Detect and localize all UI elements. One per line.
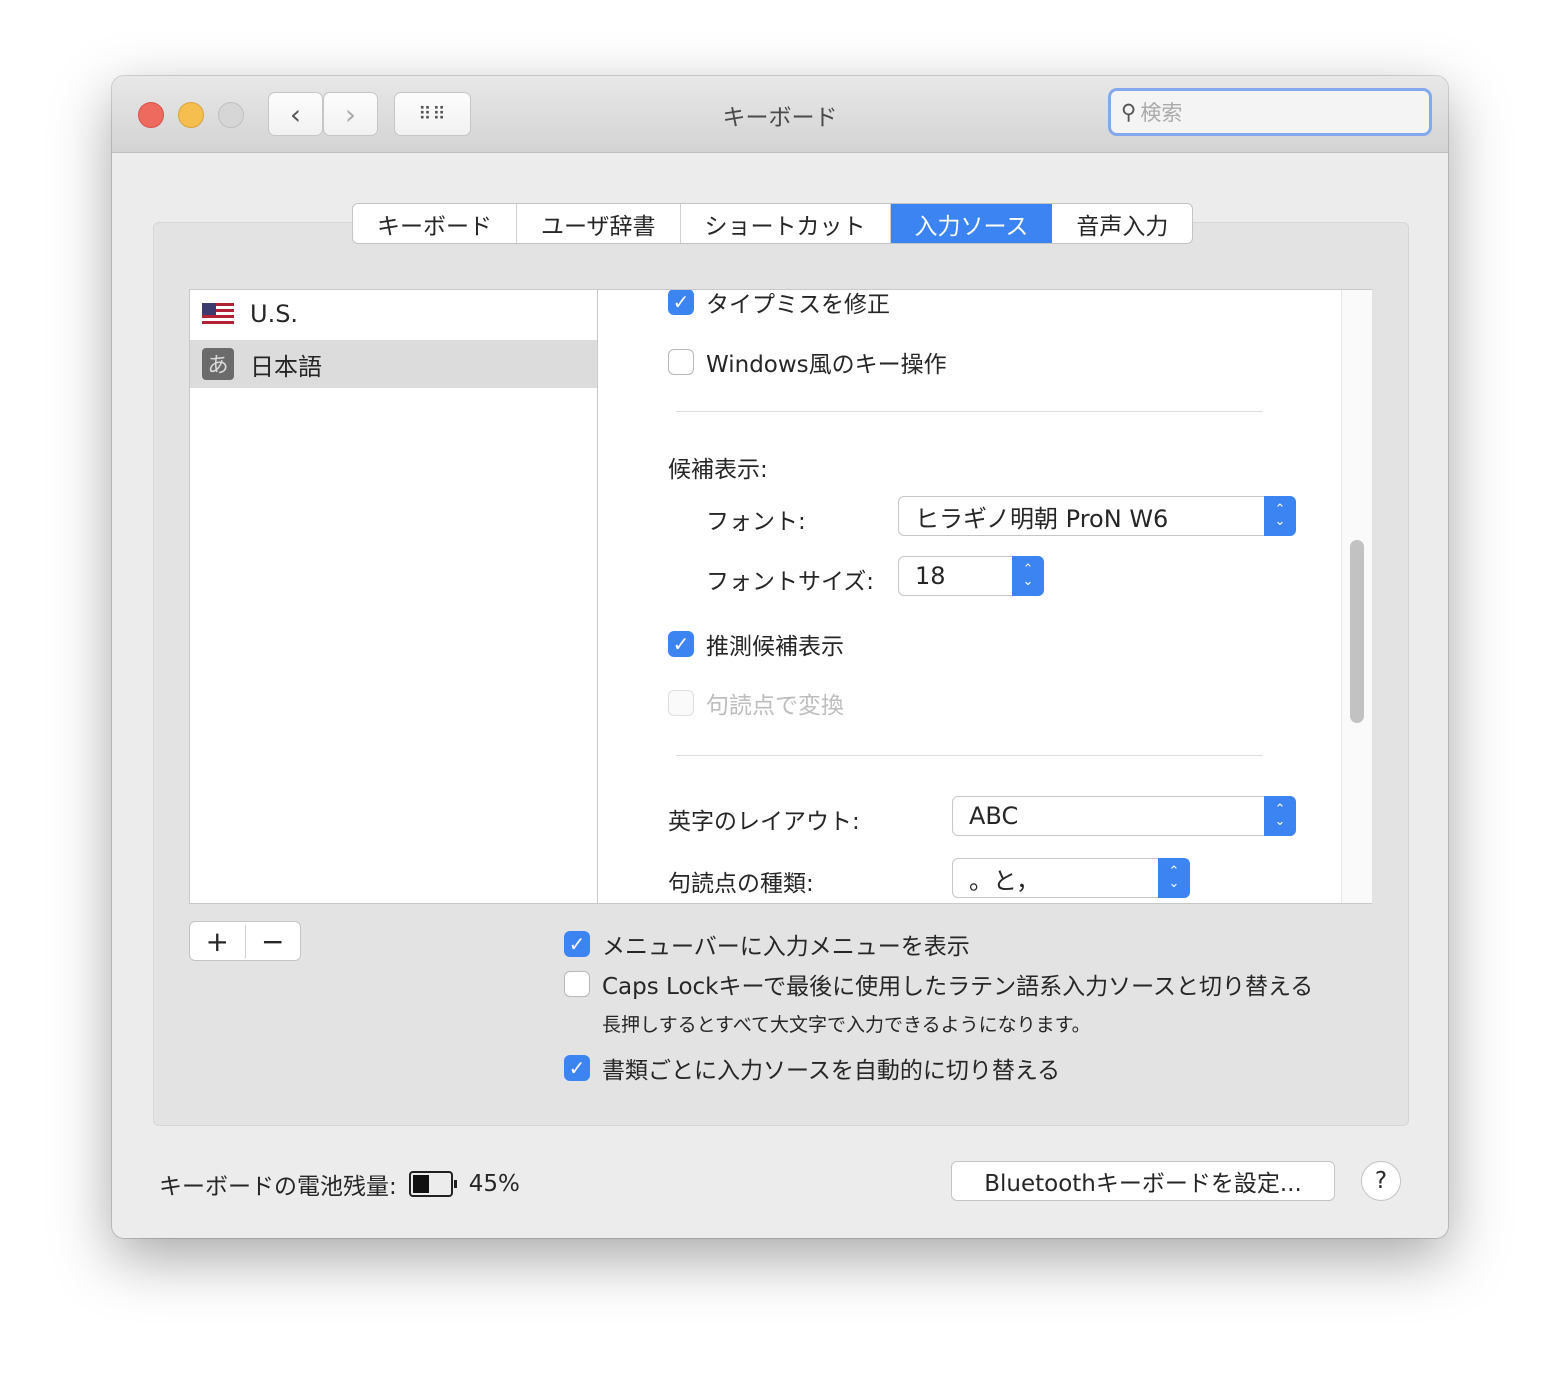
battery-status: キーボードの電池残量: 45%: [159, 1167, 520, 1201]
candidates-heading: 候補表示:: [668, 457, 768, 483]
tab-bar: キーボード ユーザ辞書 ショートカット 入力ソース 音声入力: [352, 203, 1194, 244]
predictive-checkbox-row[interactable]: ✓ 推測候補表示: [668, 627, 844, 661]
punct-type-label: 句読点の種類:: [668, 871, 814, 897]
battery-icon: [408, 1171, 457, 1197]
auto-switch-checkbox-row[interactable]: ✓ 書類ごとに入力ソースを自動的に切り替える: [564, 1051, 1060, 1085]
tab-shortcuts[interactable]: ショートカット: [681, 204, 891, 243]
keyboard-preferences-window: ‹ › ⠿⠿ キーボード ⚲ 検索 キーボード ユーザ辞書 ショートカット 入力ソ…: [112, 76, 1448, 1238]
caps-lock-label: Caps Lockキーで最後に使用したラテン語系入力ソースと切り替える: [602, 974, 1314, 1000]
caps-lock-note: 長押しするとすべて大文字で入力できるようになります。: [602, 1014, 1091, 1036]
layout-value: ABC: [969, 802, 1019, 830]
tab-input-sources[interactable]: 入力ソース: [890, 204, 1053, 243]
layout-popup[interactable]: ABC ⌃ ⌄: [952, 796, 1296, 836]
tab-keyboard[interactable]: キーボード: [353, 204, 517, 243]
auto-switch-label: 書類ごとに入力ソースを自動的に切り替える: [602, 1058, 1061, 1084]
punct-convert-label: 句読点で変換: [706, 693, 844, 719]
title-bar: ‹ › ⠿⠿ キーボード ⚲ 検索: [112, 76, 1448, 153]
punct-type-popup[interactable]: 。と， ⌃ ⌄: [952, 858, 1190, 898]
checkbox-checked[interactable]: ✓: [668, 290, 694, 315]
add-source-button[interactable]: +: [190, 924, 246, 958]
chevron-updown-icon: ⌃ ⌄: [1012, 556, 1044, 596]
chevron-updown-icon: ⌃ ⌄: [1264, 496, 1296, 536]
battery-label: キーボードの電池残量:: [159, 1174, 397, 1200]
divider: [676, 411, 1262, 412]
checkbox-checked[interactable]: ✓: [564, 931, 590, 957]
layout-label: 英字のレイアウト:: [668, 809, 860, 835]
us-flag-icon: [202, 303, 234, 325]
list-item-japanese[interactable]: あ 日本語: [190, 340, 597, 388]
chevron-updown-icon: ⌃ ⌄: [1158, 858, 1190, 898]
input-source-list: U.S. あ 日本語: [190, 290, 598, 903]
windows-keys-checkbox-row[interactable]: Windows風のキー操作: [668, 345, 947, 379]
font-label: フォント:: [706, 509, 806, 535]
remove-source-button[interactable]: −: [246, 925, 301, 958]
chevron-updown-icon: ⌃ ⌄: [1264, 796, 1296, 836]
caps-lock-checkbox-row[interactable]: Caps Lockキーで最後に使用したラテン語系入力ソースと切り替える: [564, 967, 1313, 1001]
source-label: 日本語: [250, 352, 322, 381]
font-value: ヒラギノ明朝 ProN W6: [915, 504, 1169, 533]
options-pane: ✓ タイプミスを修正 Windows風のキー操作 候補表示: フォント: ヒラギノ…: [598, 290, 1341, 903]
font-popup[interactable]: ヒラギノ明朝 ProN W6 ⌃ ⌄: [898, 496, 1296, 536]
search-placeholder: 検索: [1140, 101, 1183, 125]
font-size-value: 18: [915, 562, 946, 590]
typo-label: タイプミスを修正: [706, 292, 890, 318]
typo-checkbox-row[interactable]: ✓ タイプミスを修正: [668, 290, 890, 319]
tab-user-dictionary[interactable]: ユーザ辞書: [517, 204, 681, 243]
input-sources-box: U.S. あ 日本語 ✓ タイプミスを修正 Windows風のキー操作 候補表示:…: [189, 289, 1372, 904]
checkbox-unchecked[interactable]: [564, 971, 590, 997]
list-item-us[interactable]: U.S.: [190, 290, 597, 338]
font-size-popup[interactable]: 18 ⌃ ⌄: [898, 556, 1044, 596]
font-size-label: フォントサイズ:: [706, 569, 875, 595]
search-field[interactable]: ⚲ 検索: [1108, 88, 1432, 136]
checkbox-disabled: [668, 690, 694, 716]
checkbox-unchecked[interactable]: [668, 349, 694, 375]
battery-percent: 45%: [468, 1171, 520, 1197]
divider: [676, 755, 1262, 756]
source-label: U.S.: [250, 300, 299, 328]
punct-type-value: 。と，: [969, 866, 1041, 895]
scrollbar-thumb[interactable]: [1350, 540, 1364, 723]
scrollbar[interactable]: [1341, 290, 1372, 903]
help-button[interactable]: ?: [1361, 1161, 1401, 1201]
checkbox-checked[interactable]: ✓: [564, 1055, 590, 1081]
add-remove-control: + −: [189, 921, 301, 961]
show-menu-checkbox-row[interactable]: ✓ メニューバーに入力メニューを表示: [564, 927, 970, 961]
predictive-label: 推測候補表示: [706, 634, 844, 660]
setup-bluetooth-keyboard-button[interactable]: Bluetoothキーボードを設定...: [951, 1161, 1335, 1201]
search-icon: ⚲: [1121, 100, 1137, 124]
tab-dictation[interactable]: 音声入力: [1052, 204, 1192, 243]
punct-convert-checkbox-row: 句読点で変換: [668, 686, 844, 720]
show-menu-label: メニューバーに入力メニューを表示: [602, 934, 970, 960]
hiragana-a-icon: あ: [202, 348, 234, 380]
checkbox-checked[interactable]: ✓: [668, 631, 694, 657]
windows-keys-label: Windows風のキー操作: [706, 352, 947, 378]
